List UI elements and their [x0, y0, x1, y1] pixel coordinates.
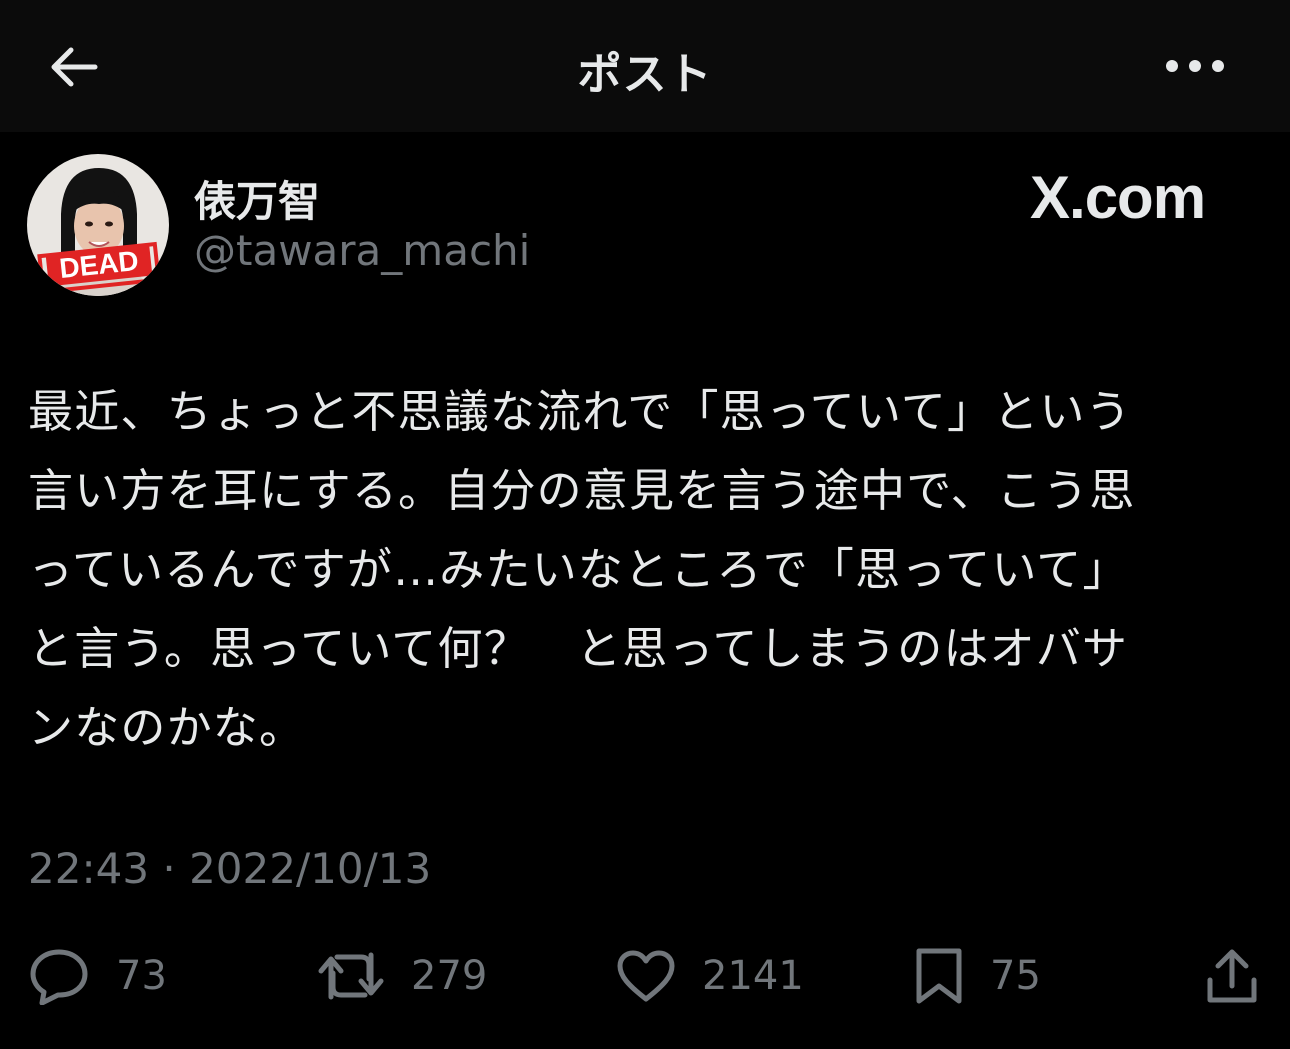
- bookmark-button[interactable]: 75: [914, 940, 1041, 1012]
- reply-button[interactable]: 73: [28, 940, 167, 1012]
- bookmark-icon: [916, 948, 962, 1004]
- repost-count: 279: [411, 953, 488, 999]
- share-button[interactable]: [1204, 940, 1260, 1012]
- bookmark-count: 75: [990, 953, 1041, 999]
- repost-button[interactable]: 279: [317, 940, 487, 1012]
- reply-icon: [30, 949, 88, 1005]
- post-text: 最近、ちょっと不思議な流れで「思っていて」という 言い方を耳にする。自分の意見を…: [28, 385, 1136, 754]
- action-bar: 73 279 2141 75: [0, 940, 1290, 1012]
- avatar[interactable]: DEAD: [27, 154, 169, 296]
- page-title: ポスト: [577, 49, 713, 100]
- repost-icon: [318, 952, 384, 1000]
- reply-count: 73: [116, 953, 167, 999]
- heart-icon: [617, 950, 675, 1002]
- top-bar: ポスト: [0, 0, 1290, 132]
- post-timestamp[interactable]: 22:43 · 2022/10/13: [28, 844, 431, 893]
- author-name[interactable]: 俵万智: [194, 168, 320, 229]
- more-dots-icon: [1166, 60, 1224, 72]
- brand-logo: X.com: [1030, 163, 1206, 231]
- more-options-button[interactable]: [1160, 44, 1230, 88]
- like-count: 2141: [702, 953, 804, 999]
- author-handle[interactable]: @tawara_machi: [194, 226, 530, 275]
- share-icon: [1207, 949, 1257, 1003]
- brand-text: X.com: [1030, 163, 1206, 231]
- like-button[interactable]: 2141: [616, 940, 804, 1012]
